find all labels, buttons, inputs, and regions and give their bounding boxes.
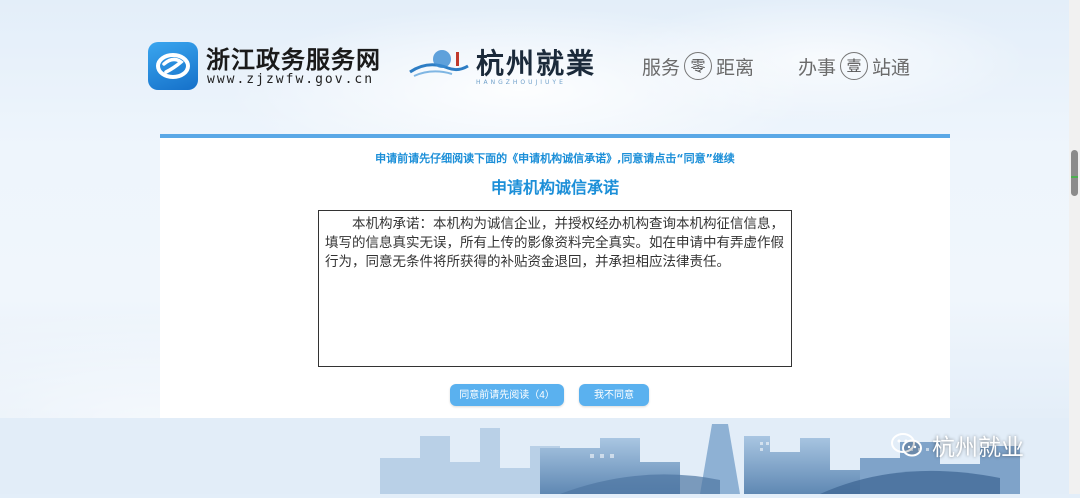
scrollbar-marker [1071,176,1078,178]
watermark-text: 杭州就业 [932,435,1024,461]
agree-button[interactable]: 同意前请先阅读（4） [450,384,564,406]
slogan1-after: 距离 [716,56,755,79]
slogan1-circle: 零 [684,52,713,80]
zjzwfw-title: 浙江政务服务网 [206,45,381,74]
slogan-zero-distance: 服务 零 距离 [642,52,754,80]
wechat-icon [891,433,922,457]
watermark: 杭州就业 [890,428,1024,462]
hangzhou-emblem-icon [408,46,470,82]
scrollbar-thumb[interactable] [1071,150,1078,196]
hangzhou-employment-title: 杭州就業 [476,47,597,80]
commitment-textarea[interactable]: 本机构承诺：本机构为诚信企业，并授权经办机构查询本机构征信信息，填写的信息真实无… [318,210,792,367]
zjzwfw-logo-icon [148,42,198,90]
zjzwfw-url: www.zjzwfw.gov.cn [207,72,375,87]
commitment-panel: 申请前请先仔细阅读下面的《申请机构诚信承诺》,同意请点击“同意”继续 申请机构诚… [160,134,950,418]
slogan2-circle: 壹 [840,52,869,80]
slogan2-after: 站通 [872,56,911,79]
page-scrollbar[interactable] [1069,0,1080,494]
reading-notice: 申请前请先仔细阅读下面的《申请机构诚信承诺》,同意请点击“同意”继续 [375,152,735,165]
disagree-button[interactable]: 我不同意 [579,384,649,406]
slogan2-before: 办事 [798,56,837,79]
hangzhou-employment-subtitle: HANGZHOUJIUYE [476,79,566,86]
commitment-heading: 申请机构诚信承诺 [490,178,619,197]
slogan-one-stop: 办事 壹 站通 [798,52,910,80]
slogan1-before: 服务 [642,56,681,79]
